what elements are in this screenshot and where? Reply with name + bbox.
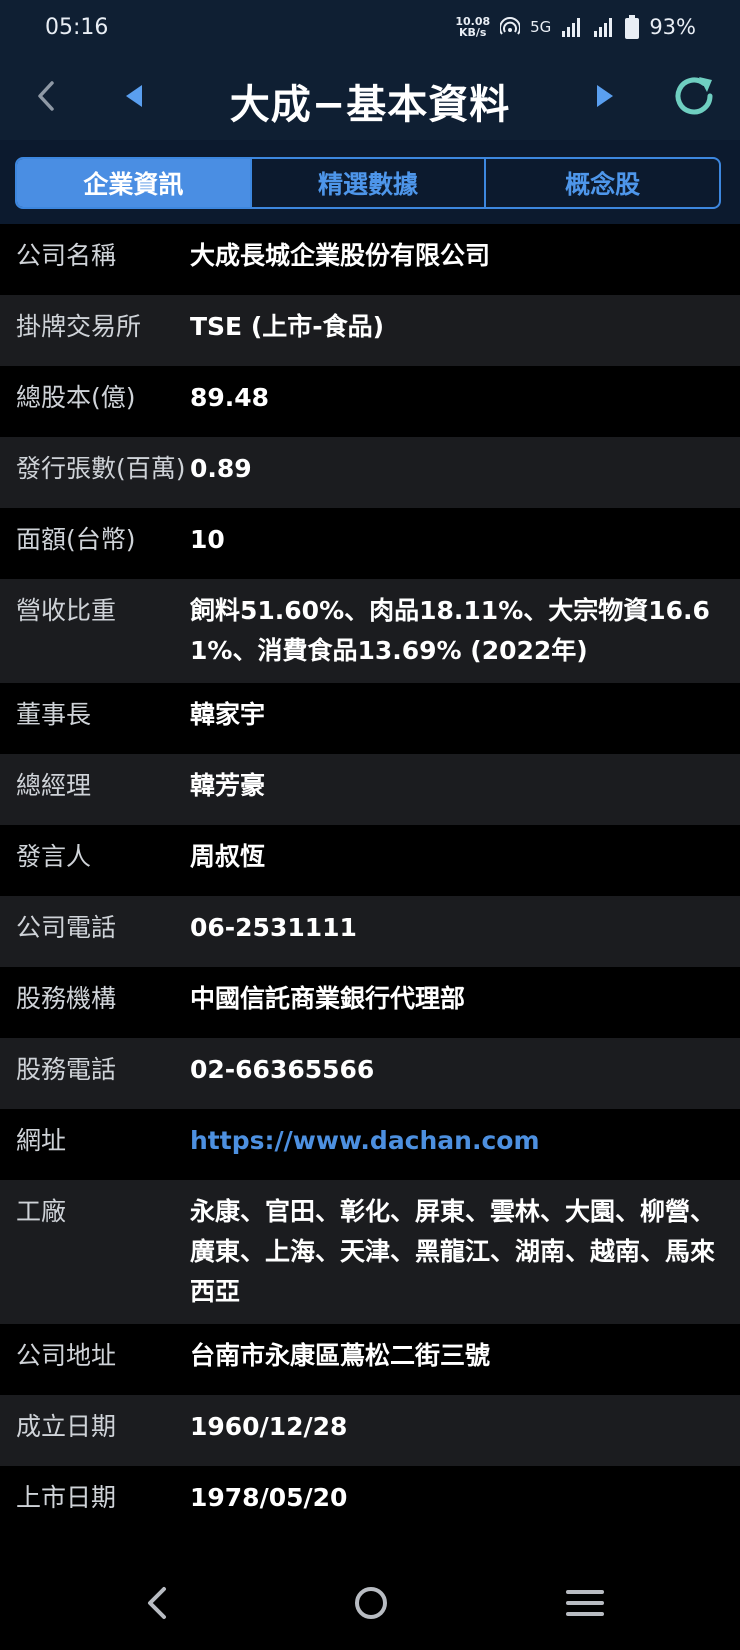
info-label: 上市日期 [16,1483,117,1512]
tab-strip: 企業資訊 精選數據 概念股 [0,140,740,224]
info-label: 面額(台幣) [16,525,136,554]
info-value: 06-2531111 [190,913,357,942]
info-row-par-value: 面額(台幣) 10 [0,508,740,579]
info-label: 總股本(億) [16,383,136,412]
info-value: 10 [190,525,225,554]
app-screen: 05:16 10.08 KB/s 5G 93% 大成−基本資料 企業資訊 精選數… [0,0,740,1650]
info-label: 發言人 [16,842,92,871]
signal-icon-secondary [594,18,613,37]
info-row-company-phone: 公司電話 06-2531111 [0,896,740,967]
tab-concept-stocks[interactable]: 概念股 [484,159,719,207]
battery-percent: 93% [649,15,696,39]
info-label: 發行張數(百萬) [16,454,186,483]
page-title: 大成−基本資料 [229,82,511,128]
info-label: 掛牌交易所 [16,312,142,341]
info-row-stock-agent: 股務機構 中國信託商業銀行代理部 [0,967,740,1038]
info-value: 89.48 [190,383,270,412]
info-row-shares-issued: 發行張數(百萬) 0.89 [0,437,740,508]
network-speed: 10.08 KB/s [455,16,490,38]
tab-company-info[interactable]: 企業資訊 [17,159,250,207]
info-label: 公司電話 [16,913,117,942]
system-back-button[interactable] [136,1578,176,1632]
info-value: 飼料51.60%、肉品18.11%、大宗物資16.61%、消費食品13.69% … [190,596,710,665]
info-label: 董事長 [16,700,92,729]
info-label: 股務機構 [16,984,117,1013]
chevron-left-icon [148,1587,166,1619]
website-link[interactable]: https://www.dachan.com [190,1121,740,1168]
info-label: 網址 [16,1126,67,1155]
info-row-spokesperson: 發言人 周叔恆 [0,825,740,896]
info-value: 1960/12/28 [190,1412,348,1441]
info-label: 總經理 [16,771,92,800]
battery-icon [625,15,640,39]
info-value: 韓芳豪 [190,771,266,800]
refresh-button[interactable] [666,68,722,124]
info-label: 股務電話 [16,1055,117,1084]
system-home-button[interactable] [346,1578,396,1632]
info-value: 0.89 [190,454,252,483]
info-row-chairman: 董事長 韓家宇 [0,683,740,754]
info-value: 大成長城企業股份有限公司 [190,241,491,270]
triangle-right-icon [597,85,613,107]
info-row-capital: 總股本(億) 89.48 [0,366,740,437]
info-value: 永康、官田、彰化、屏東、雲林、大園、柳營、廣東、上海、天津、黑龍江、湖南、越南、… [190,1197,716,1306]
next-stock-button[interactable] [583,74,627,118]
info-label: 公司名稱 [16,241,117,270]
info-row-revenue-mix: 營收比重 飼料51.60%、肉品18.11%、大宗物資16.61%、消費食品13… [0,579,740,683]
info-label: 營收比重 [16,596,117,625]
segmented-tabs: 企業資訊 精選數據 概念股 [15,157,721,209]
tab-featured-data[interactable]: 精選數據 [249,159,485,207]
info-value: 周叔恆 [190,842,266,871]
system-navigation-bar [0,1556,740,1650]
menu-lines-icon [566,1590,604,1616]
info-label: 公司地址 [16,1341,117,1370]
info-value: 韓家宇 [190,700,266,729]
status-indicators: 10.08 KB/s 5G 93% [455,15,696,39]
info-value: 台南市永康區蔦松二街三號 [190,1341,491,1370]
hotspot-icon [500,17,521,35]
info-value: 中國信託商業銀行代理部 [190,984,466,1013]
info-row-company-name: 公司名稱 大成長城企業股份有限公司 [0,224,740,295]
info-row-founded-date: 成立日期 1960/12/28 [0,1395,740,1466]
info-row-website: 網址 https://www.dachan.com [0,1109,740,1180]
company-info-list: 公司名稱 大成長城企業股份有限公司 掛牌交易所 TSE (上市-食品) 總股本(… [0,224,740,1537]
info-row-address: 公司地址 台南市永康區蔦松二街三號 [0,1324,740,1395]
info-value: TSE (上市-食品) [190,312,385,341]
info-row-listing-date: 上市日期 1978/05/20 [0,1466,740,1537]
signal-icon [562,18,581,37]
info-label: 成立日期 [16,1412,117,1441]
title-bar: 大成−基本資料 [0,54,740,140]
info-value: 1978/05/20 [190,1483,348,1512]
system-recents-button[interactable] [560,1578,610,1632]
info-row-stock-agent-phone: 股務電話 02-66365566 [0,1038,740,1109]
info-row-general-manager: 總經理 韓芳豪 [0,754,740,825]
status-time: 05:16 [45,14,109,40]
info-row-exchange: 掛牌交易所 TSE (上市-食品) [0,295,740,366]
network-type: 5G [530,18,552,36]
info-value: 02-66365566 [190,1055,375,1084]
info-row-factories: 工廠 永康、官田、彰化、屏東、雲林、大園、柳營、廣東、上海、天津、黑龍江、湖南、… [0,1180,740,1324]
network-speed-unit: KB/s [459,26,487,39]
status-bar: 05:16 10.08 KB/s 5G 93% [0,0,740,54]
refresh-icon [675,77,713,115]
home-circle-icon [355,1587,387,1619]
info-label: 工廠 [16,1197,67,1226]
